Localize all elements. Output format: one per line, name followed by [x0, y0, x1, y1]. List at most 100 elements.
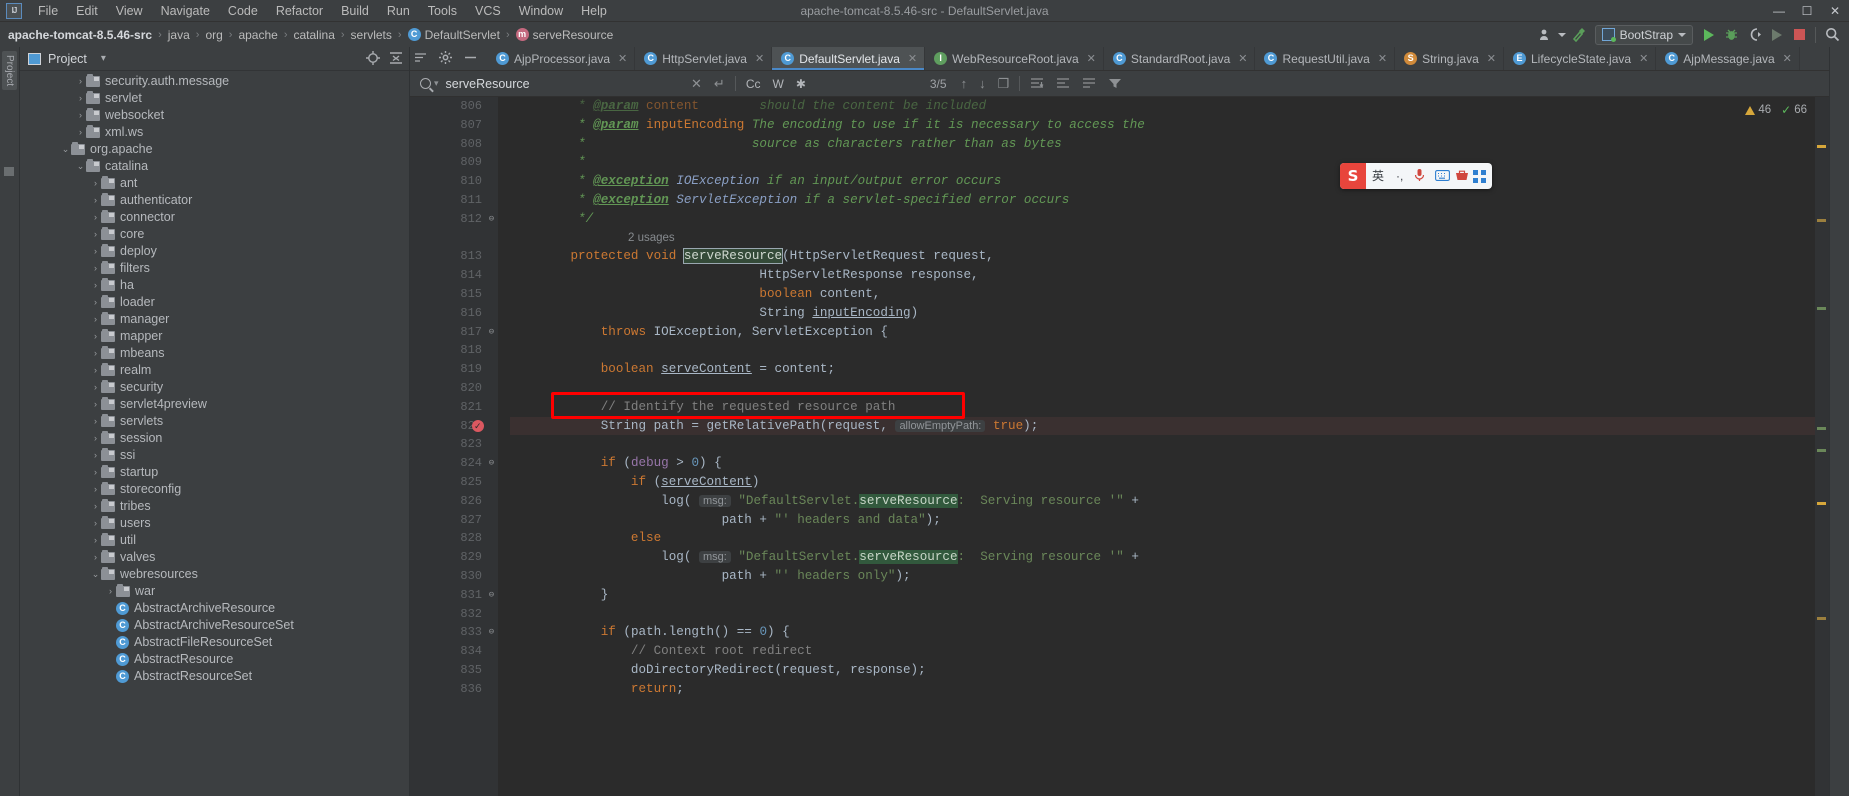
- gutter-inlay-row[interactable]: [410, 229, 498, 248]
- chevron-right-icon[interactable]: ›: [90, 430, 101, 447]
- scroll-from-source-icon[interactable]: [366, 50, 380, 67]
- chevron-right-icon[interactable]: ›: [105, 583, 116, 600]
- close-tab-icon[interactable]: ✕: [755, 52, 764, 65]
- code-line-835[interactable]: doDirectoryRedirect(request, response);: [510, 661, 1815, 680]
- chevron-right-icon[interactable]: ›: [90, 532, 101, 549]
- ime-language-mode[interactable]: 英: [1366, 163, 1390, 189]
- chevron-right-icon[interactable]: ›: [90, 328, 101, 345]
- chevron-down-icon[interactable]: ⌄: [60, 141, 71, 158]
- code-line-815[interactable]: boolean content,: [510, 285, 1815, 304]
- tree-node-realm[interactable]: › realm: [20, 362, 409, 379]
- stripe-match-marker[interactable]: [1817, 449, 1826, 452]
- gutter-line-836[interactable]: 836: [410, 680, 498, 699]
- tree-node-users[interactable]: › users: [20, 515, 409, 532]
- code-line-810[interactable]: * @exception IOException if an input/out…: [510, 172, 1815, 191]
- settings-gear-icon[interactable]: [439, 51, 452, 66]
- menu-item-tools[interactable]: Tools: [419, 1, 466, 21]
- project-tree[interactable]: › security.auth.message › servlet › websocket…: [20, 71, 409, 796]
- editor-tab-string-java[interactable]: S String.java ✕: [1395, 47, 1504, 70]
- code-line-821[interactable]: // Identify the requested resource path: [510, 398, 1815, 417]
- stripe-match-marker[interactable]: [1817, 427, 1826, 430]
- editor-gutter[interactable]: 806 807 808 809 810 811 812 ⊖ 813 814 815 816 817 ⊖ 81…: [410, 97, 498, 796]
- tree-node-webresources[interactable]: ⌄ webresources: [20, 566, 409, 583]
- menu-item-run[interactable]: Run: [378, 1, 419, 21]
- maximize-button[interactable]: ☐: [1793, 0, 1821, 22]
- gutter-line-820[interactable]: 820: [410, 379, 498, 398]
- close-tab-icon[interactable]: ✕: [1378, 52, 1387, 65]
- structure-tool-mark-icon[interactable]: [4, 167, 14, 176]
- code-line-825[interactable]: if (serveContent): [510, 473, 1815, 492]
- menu-item-edit[interactable]: Edit: [67, 1, 107, 21]
- run-with-coverage-button[interactable]: [1744, 25, 1765, 45]
- gutter-line-827[interactable]: 827: [410, 511, 498, 530]
- tree-node-authenticator[interactable]: › authenticator: [20, 192, 409, 209]
- tree-node-startup[interactable]: › startup: [20, 464, 409, 481]
- code-line-812[interactable]: */: [510, 210, 1815, 229]
- breadcrumb-item-java[interactable]: java: [164, 27, 194, 43]
- find-input-container[interactable]: ▾ serveResource: [420, 77, 685, 91]
- code-line-819[interactable]: boolean serveContent = content;: [510, 360, 1815, 379]
- select-all-occurrences-button[interactable]: ❐: [992, 77, 1016, 90]
- sort-tabs-icon[interactable]: [414, 51, 427, 66]
- chevron-right-icon[interactable]: ›: [90, 345, 101, 362]
- chevron-right-icon[interactable]: ›: [90, 277, 101, 294]
- code-line-811[interactable]: * @exception ServletException if a servl…: [510, 191, 1815, 210]
- code-line-816[interactable]: String inputEncoding): [510, 304, 1815, 323]
- chevron-right-icon[interactable]: ›: [90, 260, 101, 277]
- breadcrumb-item-servlets[interactable]: servlets: [347, 27, 396, 43]
- gutter-line-830[interactable]: 830: [410, 567, 498, 586]
- gutter-line-823[interactable]: 823: [410, 435, 498, 454]
- collapse-all-icon[interactable]: [389, 51, 403, 67]
- breadcrumb-item-apache-tomcat-8-5-46-src[interactable]: apache-tomcat-8.5.46-src: [4, 27, 156, 43]
- chevron-right-icon[interactable]: ›: [105, 651, 116, 668]
- gutter-line-812[interactable]: 812 ⊖: [410, 210, 498, 229]
- chevron-right-icon[interactable]: ›: [90, 498, 101, 515]
- new-line-icon[interactable]: [1076, 77, 1102, 91]
- stripe-warning-marker[interactable]: [1817, 502, 1826, 505]
- close-button[interactable]: ✕: [1821, 0, 1849, 22]
- tree-node-deploy[interactable]: › deploy: [20, 243, 409, 260]
- code-line-827[interactable]: path + "' headers and data");: [510, 511, 1815, 530]
- usages-inlay-hint[interactable]: 2 usages: [510, 229, 1815, 248]
- code-line-817[interactable]: throws IOException, ServletException {: [510, 323, 1815, 342]
- code-line-829[interactable]: log( msg: "DefaultServlet.serveResource:…: [510, 548, 1815, 567]
- stripe-warning-marker[interactable]: [1817, 145, 1826, 148]
- find-previous-button[interactable]: ↑: [955, 77, 974, 90]
- stop-button[interactable]: [1789, 25, 1809, 45]
- chevron-right-icon[interactable]: ›: [90, 311, 101, 328]
- code-text[interactable]: * @param content should the content be i…: [498, 97, 1815, 796]
- gutter-line-819[interactable]: 819: [410, 360, 498, 379]
- tree-node-war[interactable]: › war: [20, 583, 409, 600]
- chevron-right-icon[interactable]: ›: [90, 549, 101, 566]
- tree-node-security[interactable]: › security: [20, 379, 409, 396]
- code-line-831[interactable]: }: [510, 586, 1815, 605]
- chevron-right-icon[interactable]: ›: [105, 600, 116, 617]
- breadcrumb-item-catalina[interactable]: catalina: [290, 27, 339, 43]
- tree-node-core[interactable]: › core: [20, 226, 409, 243]
- preserve-case-icon[interactable]: [1050, 77, 1076, 91]
- menu-item-help[interactable]: Help: [572, 1, 616, 21]
- chevron-right-icon[interactable]: ›: [90, 209, 101, 226]
- code-line-834[interactable]: // Context root redirect: [510, 642, 1815, 661]
- code-line-818[interactable]: [510, 341, 1815, 360]
- breadcrumb-item-org[interactable]: org: [201, 27, 226, 43]
- tree-node-catalina[interactable]: ⌄ catalina: [20, 158, 409, 175]
- code-line-826[interactable]: log( msg: "DefaultServlet.serveResource:…: [510, 492, 1815, 511]
- code-line-822[interactable]: String path = getRelativePath(request, a…: [510, 416, 1815, 436]
- chevron-right-icon[interactable]: ›: [90, 447, 101, 464]
- hide-panel-icon[interactable]: [464, 51, 477, 66]
- chevron-right-icon[interactable]: ›: [90, 294, 101, 311]
- code-line-807[interactable]: * @param inputEncoding The encoding to u…: [510, 116, 1815, 135]
- code-line-813[interactable]: protected void serveResource(HttpServlet…: [510, 247, 1815, 266]
- gutter-line-809[interactable]: 809: [410, 153, 498, 172]
- debug-button[interactable]: [1721, 25, 1742, 45]
- filter-icon[interactable]: [1102, 77, 1128, 91]
- run-configuration-selector[interactable]: BootStrap: [1594, 24, 1693, 45]
- tree-node-ha[interactable]: › ha: [20, 277, 409, 294]
- tree-node-servlet4preview[interactable]: › servlet4preview: [20, 396, 409, 413]
- chevron-right-icon[interactable]: ›: [90, 515, 101, 532]
- tree-node-tribes[interactable]: › tribes: [20, 498, 409, 515]
- chevron-down-icon[interactable]: ⌄: [75, 158, 86, 175]
- tree-node-loader[interactable]: › loader: [20, 294, 409, 311]
- menu-item-refactor[interactable]: Refactor: [267, 1, 332, 21]
